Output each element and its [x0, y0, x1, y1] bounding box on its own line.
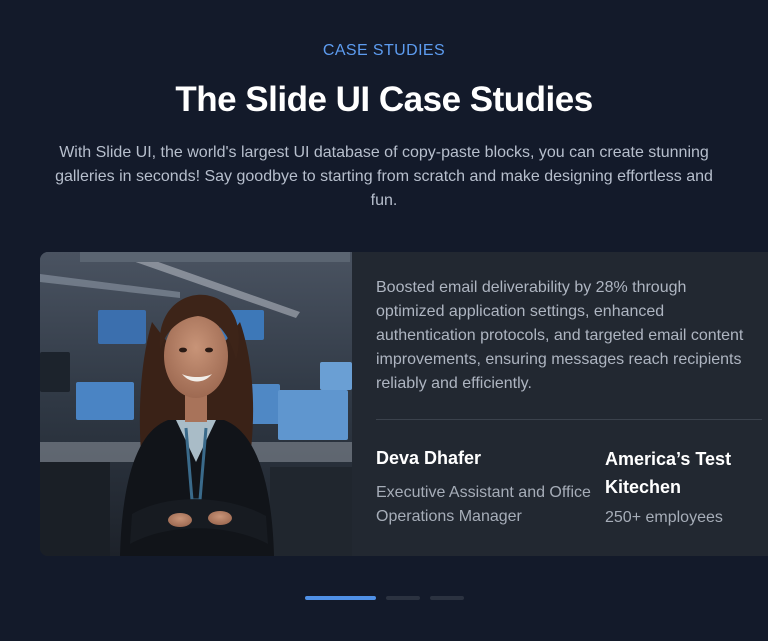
carousel-pagination [305, 596, 464, 600]
section-eyebrow: CASE STUDIES [322, 42, 446, 59]
section-description: With Slide UI, the world's largest UI da… [55, 144, 713, 209]
portrait-photo [40, 252, 352, 556]
case-studies-section: CASE STUDIES The Slide UI Case Studies W… [0, 0, 768, 641]
carousel-dot-3[interactable] [430, 596, 464, 600]
page-title: The Slide UI Case Studies [175, 80, 593, 119]
person-role: Executive Assistant and Office Operation… [376, 484, 591, 525]
carousel-dot-2[interactable] [386, 596, 420, 600]
case-study-quote: Boosted email deliverability by 28% thro… [376, 279, 744, 392]
company-name: America’s Test Kitechen [605, 449, 732, 497]
card-divider [376, 419, 762, 420]
carousel-dot-1[interactable] [305, 596, 376, 600]
company-size: 250+ employees [605, 509, 723, 526]
person-name: Deva Dhafer [376, 448, 482, 468]
case-study-card: Boosted email deliverability by 28% thro… [40, 252, 768, 556]
